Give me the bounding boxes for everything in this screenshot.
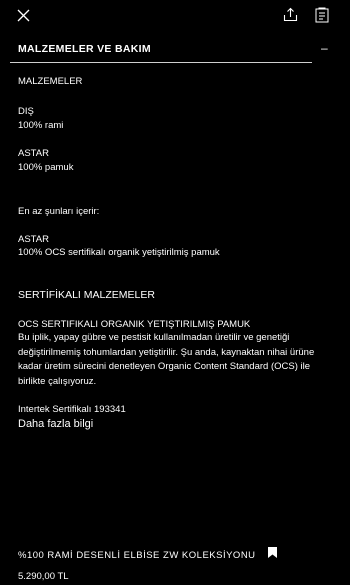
share-icon[interactable] [283,7,298,22]
contains-lining-value: 100% OCS sertifikalı organik yetiştirilm… [18,247,220,258]
more-info-link[interactable]: Daha fazla bilgi [18,418,93,430]
certified-heading: SERTİFİKALI MALZEMELER [18,289,155,301]
contains-lining-label: ASTAR [18,234,49,245]
section-title: MALZEMELER VE BAKIM [18,43,151,55]
product-name: %100 RAMİ DESENLİ ELBİSE ZW KOLEKSİYONU [18,550,256,561]
product-price: 5.290,00 TL [18,571,69,582]
bookmark-icon[interactable] [268,547,277,558]
certificate-number: Intertek Sertifikalı 193341 [18,404,126,415]
top-bar [0,0,350,32]
materials-care-section-header[interactable]: MALZEMELER VE BAKIM – [0,35,350,62]
size-guide-icon[interactable] [315,7,329,23]
materials-heading: MALZEMELER [18,76,83,87]
lining-value: 100% pamuk [18,162,74,173]
certified-subheading: OCS SERTIFIKALI ORGANIK YETIŞTIRILMIŞ PA… [18,319,251,330]
certified-description: Bu iplik, yapay gübre ve pestisit kullan… [18,332,315,387]
contains-label: En az şunları içerir: [18,206,100,217]
collapse-icon[interactable]: – [321,41,328,55]
section-divider [10,62,312,63]
outer-value: 100% rami [18,120,64,131]
lining-label: ASTAR [18,148,49,159]
outer-label: DIŞ [18,106,34,117]
close-icon[interactable] [17,9,30,22]
